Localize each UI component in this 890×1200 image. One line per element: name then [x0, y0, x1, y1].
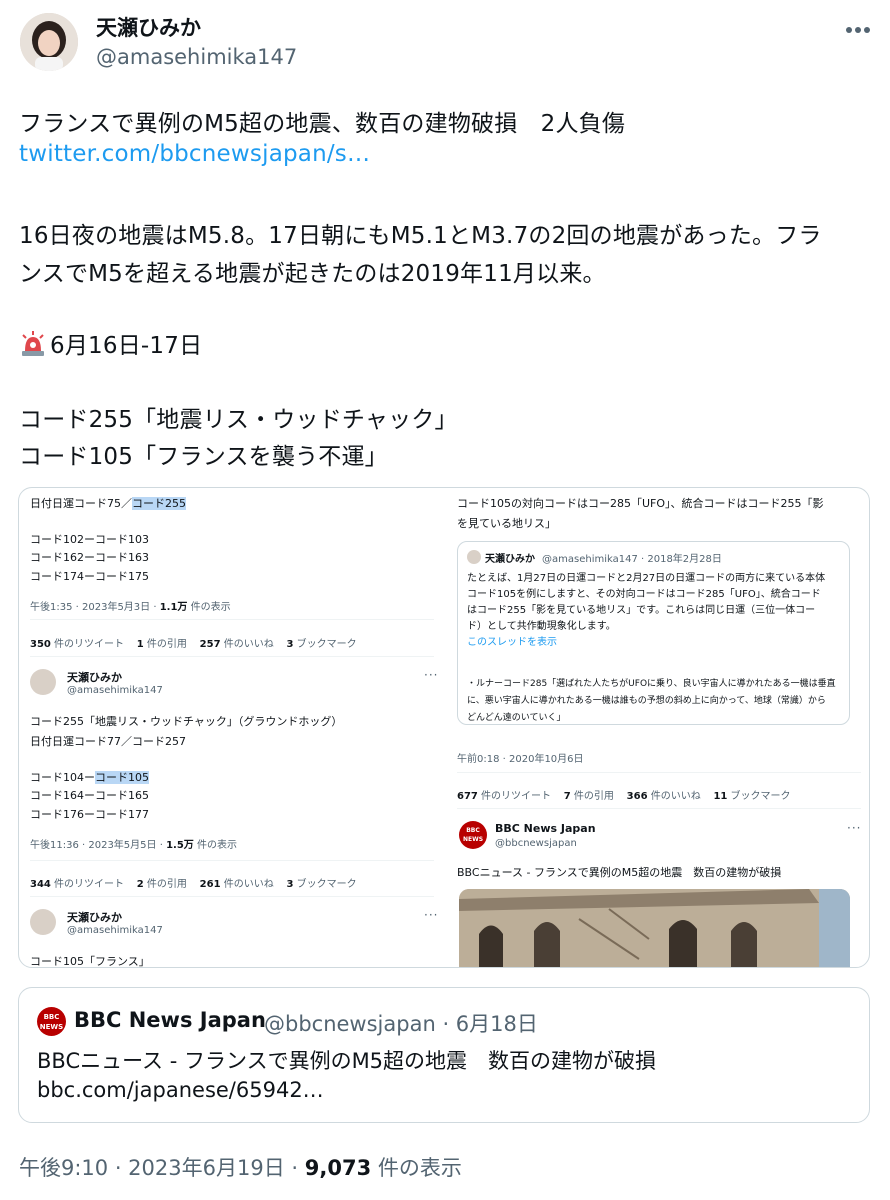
quoted-text: BBCニュース - フランスで異例のM5超の地震 数百の建物が破損 [37, 1049, 657, 1073]
quoted-link[interactable]: bbc.com/japanese/65942… [37, 1078, 324, 1102]
ss-text: コード105の対向コードはコー285「UFO」、統合コードはコード255「影 [457, 497, 824, 510]
divider [30, 619, 434, 620]
ss-author-name: 天瀬ひみか [485, 554, 535, 565]
ss-text: を見ている地リス」 [457, 517, 556, 530]
ss-text: コード164ーコード165 [30, 789, 149, 802]
tweet-text-line: コード105「フランスを襲う不運」 [19, 444, 388, 470]
ss-author-name: BBC News Japan [495, 822, 596, 835]
ss-author-name: 天瀬ひみか [67, 671, 122, 684]
ss-text: はコード255「影を見ている地リス」です。これらは同じ日運（三位一体コー [467, 605, 816, 616]
ss-timestamp: 午後1:35 · 2023年5月3日 · 1.1万 件の表示 [30, 602, 231, 613]
bbc-news-logo: BBC NEWS [459, 821, 487, 849]
ss-text: コード104ーコード105 [30, 771, 149, 784]
ss-text: コード176ーコード177 [30, 808, 149, 821]
ss-stats: 677 件のリツイート 7 件の引用 366 件のいいね 11 ブックマーク [457, 791, 791, 802]
avatar[interactable] [20, 13, 78, 71]
ss-stats: 350 件のリツイート 1 件の引用 257 件のいいね 3 ブックマーク [30, 639, 357, 650]
bbc-news-logo: BBC NEWS [37, 1007, 66, 1036]
author-handle[interactable]: @amasehimika147 [96, 45, 297, 69]
ss-text: コード102ーコード103 [30, 533, 149, 546]
avatar [30, 669, 56, 695]
tweet-timestamp[interactable]: 午後9:10 · 2023年6月19日 · 9,073 件の表示 [19, 1152, 462, 1182]
quoted-author-handle[interactable]: @bbcnewsjapan · 6月18日 [264, 1008, 538, 1038]
tweet-text-line: フランスで異例のM5超の地震、数百の建物破損 2人負傷 [19, 111, 626, 137]
ss-author-name: 天瀬ひみか [67, 911, 122, 924]
author-name[interactable]: 天瀬ひみか [96, 12, 201, 42]
show-thread-link: このスレッドを表示 [467, 637, 557, 648]
ss-text: コード105を例にしますと、その対向コードはコード285「UFO」、統合コード [467, 589, 821, 600]
user-avatar-photo-icon [20, 13, 78, 71]
ss-text: ・ルナーコード285「選ばれた人たちがUFOに乗り、良い宇宙人に導かれたある一機… [467, 679, 836, 689]
ss-text: 日付日運コード75／コード255 [30, 497, 186, 510]
image-collage[interactable]: 日付日運コード75／コード255 コード102ーコード103 コード162ーコー… [18, 487, 870, 968]
more-horizontal-icon: ··· [424, 668, 439, 682]
ss-text: コード162ーコード163 [30, 551, 149, 564]
ss-text: コード174ーコード175 [30, 570, 149, 583]
rotating-light-icon [19, 331, 47, 357]
ss-text: BBCニュース - フランスで異例のM5超の地震 数百の建物が破損 [457, 866, 782, 879]
divider [457, 772, 861, 773]
tweet-date-text: 6月16日-17日 [50, 333, 203, 359]
avatar [467, 550, 481, 564]
ss-text: に、悪い宇宙人に導かれたある一機は誰もの予想の斜め上に向かって、地球（常識）から [467, 696, 826, 706]
damaged-building-photo [459, 889, 850, 967]
ss-author-handle: @amasehimika147 [67, 685, 163, 696]
ss-text: ド）として共作動現象化します。 [467, 621, 616, 632]
more-horizontal-icon: ··· [847, 821, 862, 835]
avatar [30, 909, 56, 935]
ss-text: たとえば、1月27日の日運コードと2月27日の日運コードの両方に来ている本体 [467, 573, 826, 584]
tweet-text-line: ンスでM5を超える地震が起きたのは2019年11月以来。 [19, 261, 606, 287]
ss-author-handle: @amasehimika147 · 2018年2月28日 [542, 554, 722, 565]
ss-timestamp: 午後11:36 · 2023年5月5日 · 1.5万 件の表示 [30, 840, 237, 851]
quoted-author-name[interactable]: BBC News Japan [74, 1008, 266, 1032]
divider [457, 808, 861, 809]
tweet-date-line: 6月16日-17日 [19, 326, 202, 360]
ss-author-handle: @amasehimika147 [67, 925, 163, 936]
ss-author-handle: @bbcnewsjapan [495, 838, 577, 849]
more-horizontal-icon[interactable] [840, 24, 876, 36]
divider [30, 860, 434, 861]
ss-text: コード255「地震リス・ウッドチャック」（グラウンドホッグ） [30, 715, 343, 728]
tweet-link[interactable]: twitter.com/bbcnewsjapan/s… [19, 141, 370, 167]
ss-timestamp: 午前0:18 · 2020年10月6日 [457, 754, 584, 765]
divider [30, 896, 434, 897]
ss-quoted-tweet: 天瀬ひみか @amasehimika147 · 2018年2月28日 たとえば、… [457, 541, 850, 725]
ss-text: どんどん遠のいていく」 [467, 713, 566, 723]
ss-text: 日付日運コード77／コード257 [30, 735, 186, 748]
tweet-text-line: コード255「地震リス・ウッドチャック」 [19, 407, 458, 433]
ss-stats: 344 件のリツイート 2 件の引用 261 件のいいね 3 ブックマーク [30, 879, 357, 890]
ss-text: コード105「フランス」 [30, 955, 150, 968]
tweet-text-line: 16日夜の地震はM5.8。17日朝にもM5.1とM3.7の2回の地震があった。フ… [19, 223, 822, 249]
more-horizontal-icon: ··· [424, 908, 439, 922]
divider [30, 656, 434, 657]
